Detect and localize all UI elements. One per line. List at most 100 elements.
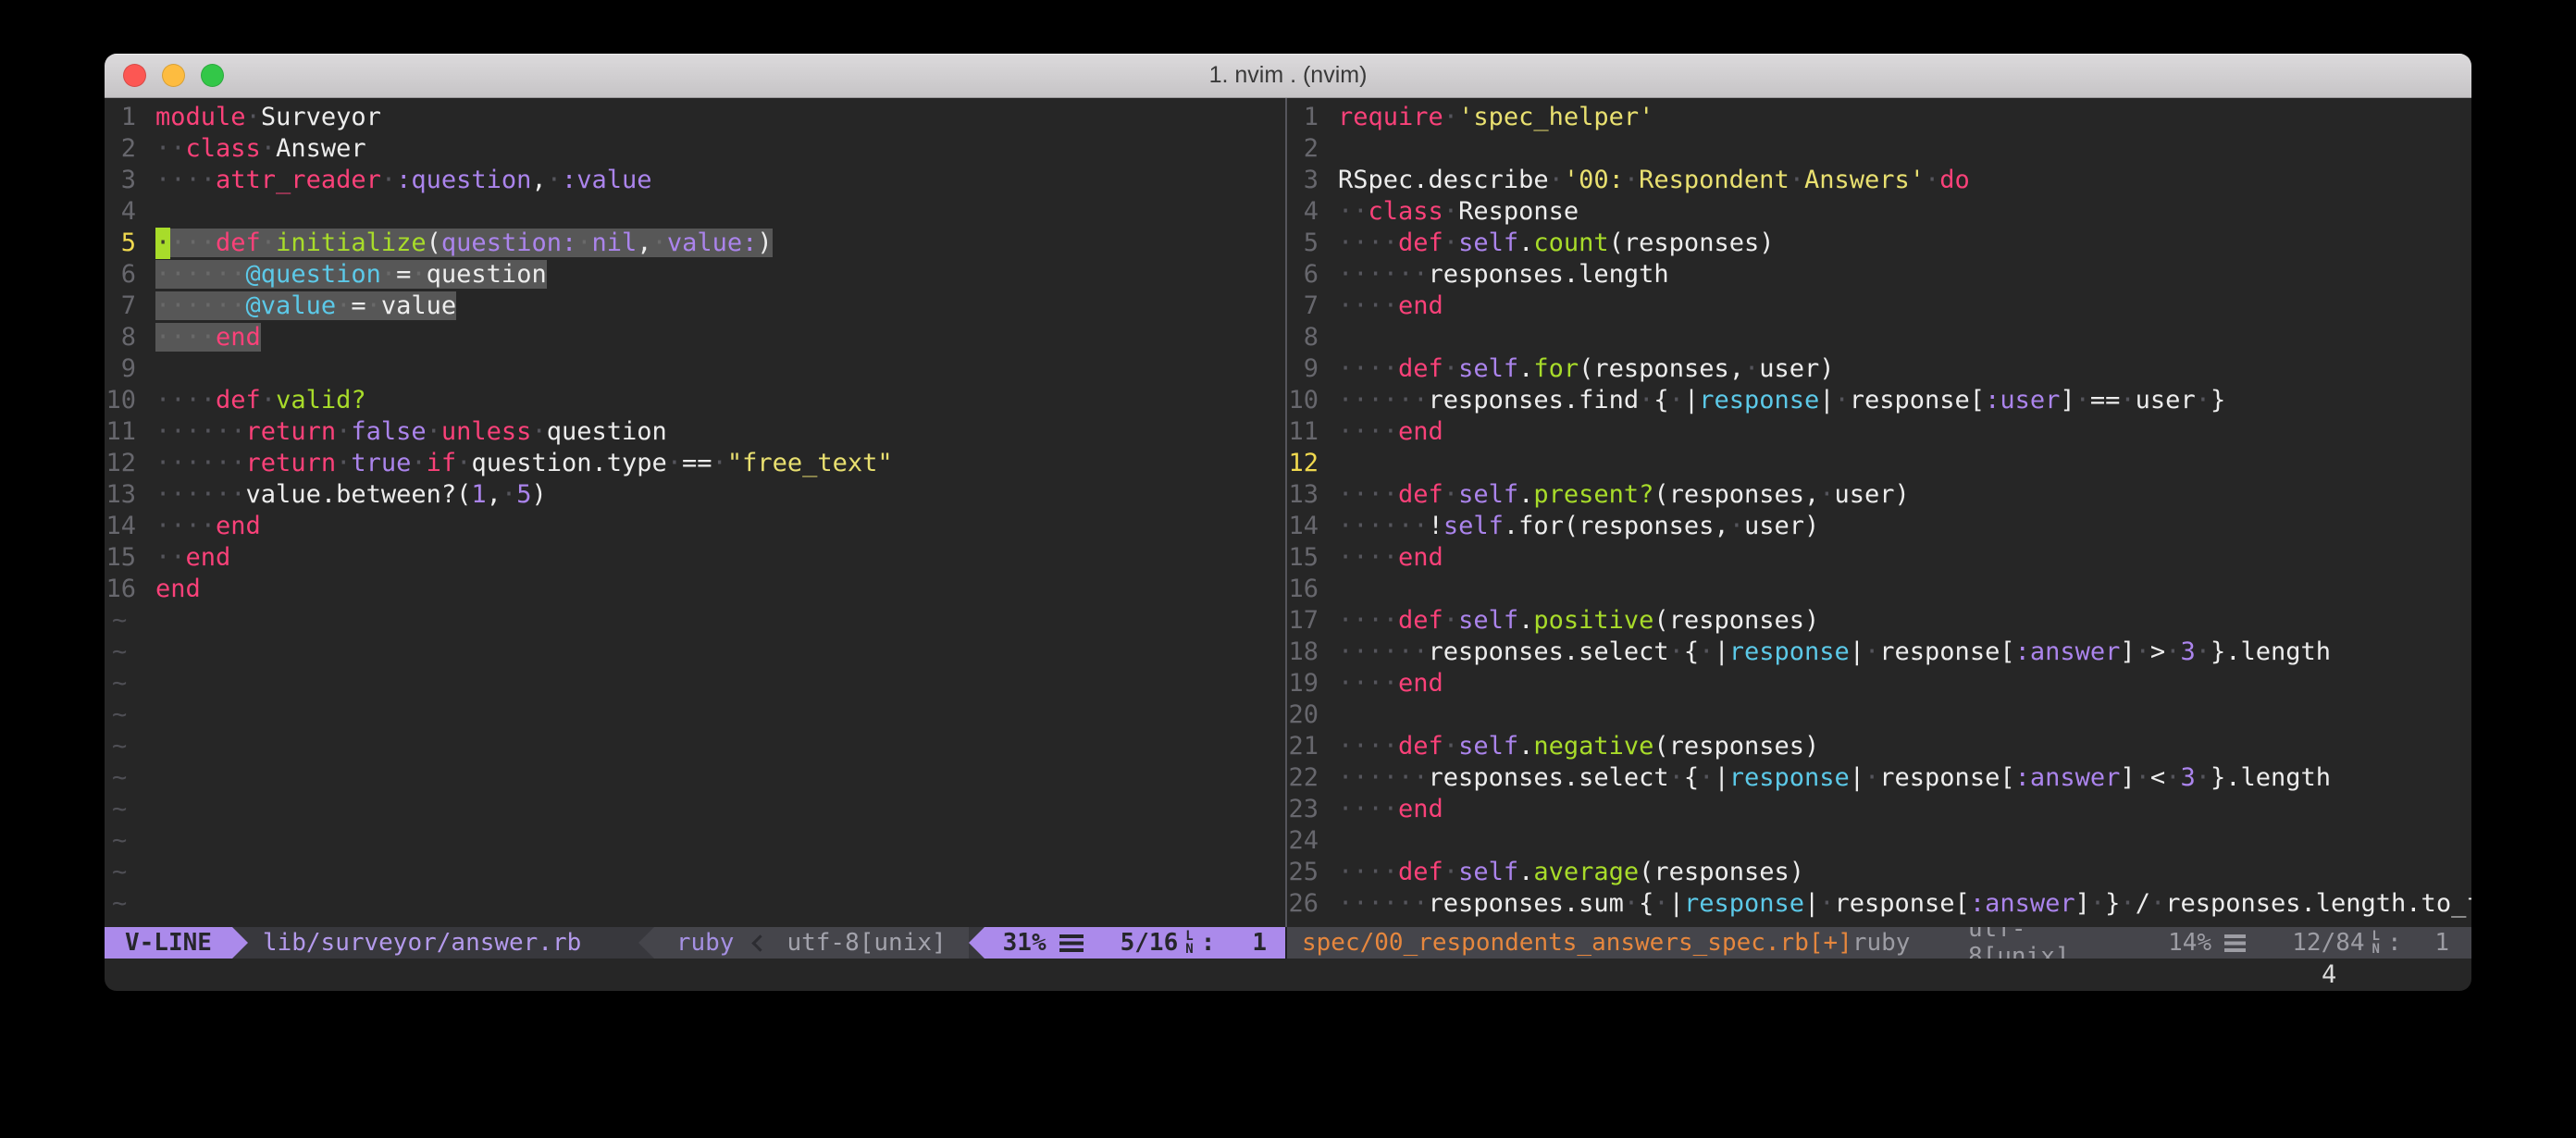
code-token: self — [1458, 354, 1518, 383]
code-token: count — [1533, 229, 1608, 257]
code-token: { — [1639, 889, 1653, 918]
code-line: 1require·'spec_helper' — [1287, 102, 2471, 133]
code-token: | — [1850, 637, 1864, 666]
code-token: self — [1458, 480, 1518, 509]
code-token: · — [712, 449, 727, 477]
code-line: 4 — [105, 196, 1285, 228]
code-line: 2 — [1287, 133, 2471, 165]
code-token: Response — [1458, 197, 1579, 226]
code-token: if — [427, 449, 457, 477]
code-line: 23····end — [1287, 794, 2471, 825]
code-token: · — [1669, 386, 1684, 414]
code-line: 14····end — [105, 511, 1285, 542]
minimize-button[interactable] — [162, 64, 185, 87]
close-button[interactable] — [123, 64, 146, 87]
code-token: ] — [2060, 386, 2074, 414]
code-token: :question — [396, 166, 531, 194]
line-number: 14 — [105, 511, 136, 542]
code-token: responses.select — [1429, 763, 1669, 792]
trigram-lines-icon — [2224, 934, 2246, 952]
command-line[interactable]: 4 — [105, 959, 2471, 991]
code-token: }.length — [2211, 763, 2331, 792]
code-token: ···· — [1338, 229, 1398, 257]
code-token: ···· — [1338, 480, 1398, 509]
code-text: module·Surveyor — [155, 103, 381, 131]
code-text: ····def·self.for(responses,·user) — [1338, 354, 1835, 383]
code-token: { — [1684, 763, 1699, 792]
line-number: 13 — [1287, 479, 1319, 511]
chevron-left-icon — [752, 934, 769, 951]
line-number: 7 — [105, 291, 136, 322]
code-token: · — [1443, 732, 1458, 761]
code-token: response — [1699, 386, 1819, 414]
inactive-file-path: spec/00_respondents_answers_spec.rb[+] — [1287, 929, 1852, 957]
code-token: for — [1533, 354, 1579, 383]
code-line: 3RSpec.describe·'00:·Respondent·Answers'… — [1287, 165, 2471, 196]
code-token: Answers' — [1804, 166, 1925, 194]
code-token: response — [1729, 763, 1850, 792]
line-number: 3 — [105, 165, 136, 196]
line-number: 8 — [105, 322, 136, 353]
code-token: · — [1925, 166, 1939, 194]
window-titlebar[interactable]: 1. nvim . (nvim) — [105, 54, 2471, 98]
line-number: 16 — [105, 574, 136, 605]
code-line: 19····end — [1287, 668, 2471, 699]
code-token: negative — [1533, 732, 1653, 761]
filetype-label: ruby — [676, 929, 735, 957]
code-token: ···· — [155, 166, 216, 194]
code-line: 7····end — [1287, 291, 2471, 322]
code-token: user) — [1835, 480, 1910, 509]
code-line: 13····def·self.present?(responses,·user) — [1287, 479, 2471, 511]
code-line: 4··class·Response — [1287, 196, 2471, 228]
editor-pane-left[interactable]: 1module·Surveyor2··class·Answer3····attr… — [105, 102, 1285, 927]
powerline-arrow-left-icon — [638, 927, 654, 959]
code-line: 24 — [1287, 825, 2471, 857]
code-line: 20 — [1287, 699, 2471, 731]
code-token: ··· — [170, 229, 216, 257]
code-token: ······ — [155, 260, 246, 289]
code-token: · — [1819, 480, 1834, 509]
code-token: (responses) — [1653, 732, 1819, 761]
zoom-button[interactable] — [201, 64, 224, 87]
code-token: do — [1939, 166, 1970, 194]
code-token: · — [366, 291, 381, 320]
line-number: 19 — [1287, 668, 1319, 699]
line-number: 14 — [1287, 511, 1319, 542]
code-token: response[ — [1879, 637, 2014, 666]
line-number: 24 — [1287, 825, 1319, 857]
code-token: def — [1398, 732, 1443, 761]
code-text: ····def·self.count(responses) — [1338, 229, 1774, 257]
code-token: ·· — [155, 543, 186, 572]
code-text: end — [155, 575, 201, 603]
code-token: end — [186, 543, 231, 572]
code-token: average — [1533, 858, 1639, 886]
code-token: { — [1653, 386, 1668, 414]
code-token: = — [396, 260, 411, 289]
code-token: ······ — [1338, 637, 1429, 666]
line-number: 12 — [1287, 448, 1319, 479]
code-token: == — [2090, 386, 2121, 414]
line-number: 1 — [1287, 102, 1319, 133]
line-number: 13 — [105, 479, 136, 511]
code-line: 11····end — [1287, 416, 2471, 448]
code-token: ······ — [1338, 763, 1429, 792]
code-token: value: — [667, 229, 758, 257]
code-token: · — [1790, 166, 1804, 194]
code-token: 5 — [516, 480, 531, 509]
line-number: 12 — [105, 448, 136, 479]
code-token: · — [531, 417, 546, 446]
line-number: 17 — [1287, 605, 1319, 637]
code-token: ···· — [1338, 795, 1398, 823]
code-token: (responses, — [1579, 354, 1744, 383]
tilde-empty-line: ~ — [105, 857, 1285, 888]
code-text: ······responses.sum·{·|response|·respons… — [1338, 889, 2471, 918]
code-token: ] — [2120, 637, 2135, 666]
code-token: end — [155, 575, 201, 603]
editor-pane-right[interactable]: 1require·'spec_helper'23RSpec.describe·'… — [1287, 102, 2471, 927]
code-token: · — [1864, 637, 1879, 666]
code-token: ···· — [1338, 291, 1398, 320]
code-token: · — [1443, 480, 1458, 509]
code-token: 1 — [471, 480, 486, 509]
code-text: ····attr_reader·:question,·:value — [155, 166, 652, 194]
code-line: 12 — [1287, 448, 2471, 479]
